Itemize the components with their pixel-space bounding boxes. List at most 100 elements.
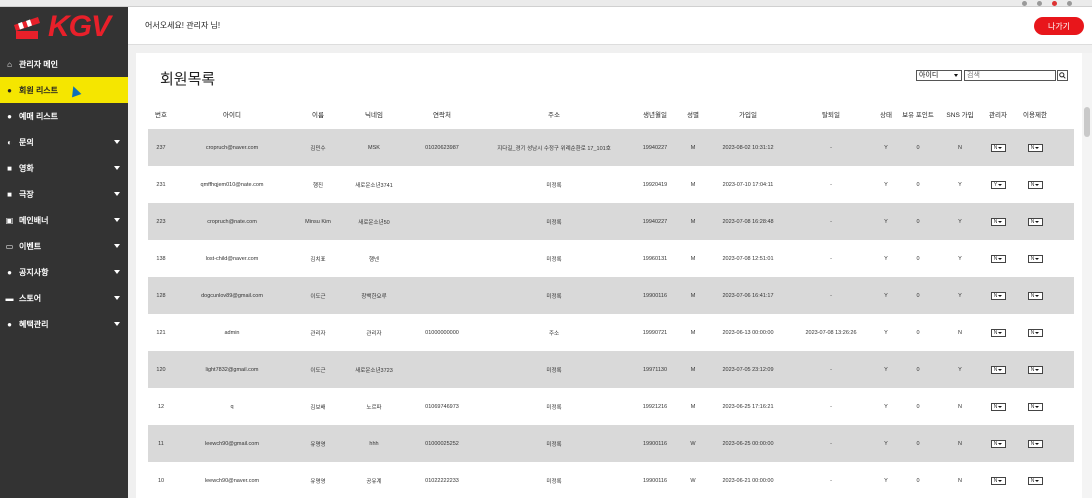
select-value: N	[993, 329, 998, 336]
restriction-select[interactable]: N	[1027, 180, 1043, 189]
sidebar-item[interactable]: ◐ 문의	[0, 129, 128, 155]
top-bar: 어서오세요! 관리자 님! 나가기	[128, 7, 1092, 45]
col-phone-cell: 01000025252	[425, 440, 459, 447]
restriction-select[interactable]: N	[1027, 328, 1043, 337]
col-nickname-cell: 새로운소년50	[358, 219, 390, 226]
col-sns-cell: N	[958, 144, 962, 151]
sidebar-item[interactable]: ■ 극장	[0, 181, 128, 207]
col-name-cell: 관리자	[310, 330, 326, 337]
table-row[interactable]: 121 admin 관리자 관리자 01000000000 주소 19990721 M 2023…	[148, 314, 1074, 351]
admin-select[interactable]: N	[990, 143, 1006, 152]
col-sns-cell: Y	[958, 218, 962, 225]
sidebar-item-label: 영화	[19, 163, 34, 173]
welcome-message: 어서오세요! 관리자 님!	[145, 21, 221, 30]
restriction-select[interactable]: N	[1027, 476, 1043, 485]
admin-select[interactable]: N	[990, 217, 1006, 226]
select-value: Y	[993, 181, 998, 188]
col-points-cell: 0	[916, 144, 920, 151]
col-id-cell: light7832@gmail.com	[205, 366, 259, 373]
admin-select[interactable]: N	[990, 402, 1006, 411]
notice-icon: ●	[7, 267, 12, 277]
logo[interactable]: KGV	[0, 7, 128, 47]
col-id-cell: leewch90@naver.com	[204, 477, 260, 484]
col-admin-cell: N	[984, 277, 1012, 314]
search-button[interactable]	[1057, 70, 1068, 81]
restriction-select[interactable]: N	[1027, 365, 1043, 374]
admin-select[interactable]: N	[990, 328, 1006, 337]
col-address-header: 주소	[548, 112, 560, 119]
sidebar-item[interactable]: ● 회원 리스트	[0, 77, 128, 103]
sidebar-item[interactable]: ● 혜택관리	[0, 311, 128, 337]
col-birthdate-cell: 19921216	[642, 403, 668, 410]
col-admin-header: 관리자	[989, 112, 1007, 119]
col-points-cell: 0	[916, 477, 920, 484]
col-sns-cell: Y	[958, 292, 962, 299]
col-admin-cell: N	[984, 203, 1012, 240]
admin-select[interactable]: N	[990, 439, 1006, 448]
col-number-cell: 120	[156, 366, 166, 373]
col-number-cell: 121	[156, 329, 166, 336]
col-name-cell: 김보배	[310, 404, 326, 411]
select-value: N	[1030, 440, 1035, 447]
sidebar-item[interactable]: ⌂ 관리자 메인	[0, 51, 128, 77]
col-status-header: 상태	[880, 112, 892, 119]
col-address-cell: 미정록	[546, 367, 562, 374]
sidebar-item[interactable]: ▣ 메인배너	[0, 207, 128, 233]
col-restriction-cell: N	[1020, 462, 1050, 498]
col-restriction-cell: N	[1020, 277, 1050, 314]
sidebar-item-label: 문의	[19, 137, 34, 147]
table-row[interactable]: 231 qmffhqjem010@nate.com 행진 새로운소년3741 미정록 19…	[148, 166, 1074, 203]
col-join-date-cell: 2023-06-13 00:00:00	[722, 329, 774, 336]
col-number-cell: 223	[156, 218, 166, 225]
admin-select[interactable]: N	[990, 291, 1006, 300]
sidebar-item[interactable]: ■ 영화	[0, 155, 128, 181]
restriction-select[interactable]: N	[1027, 402, 1043, 411]
table-row[interactable]: 128 dogcunlov89@gmail.com 이도근 창백한요루 미정록 19900…	[148, 277, 1074, 314]
restriction-select[interactable]: N	[1027, 217, 1043, 226]
restriction-select[interactable]: N	[1027, 143, 1043, 152]
browser-extension-icons[interactable]	[1022, 1, 1072, 6]
table-row[interactable]: 12 q 김보배 노르파 01069746973 미정록 19921216 M 2023-06-…	[148, 388, 1074, 425]
search-input[interactable]: 검색	[964, 70, 1056, 81]
col-name-cell: 이도근	[310, 367, 326, 374]
col-status-cell: Y	[884, 292, 888, 299]
table-row[interactable]: 10 leewch90@naver.com 유명영 공유계 01022222233 미정록…	[148, 462, 1074, 498]
table-row[interactable]: 11 leewch90@gmail.com 유명영 hhh 01000025252 미정록…	[148, 425, 1074, 462]
scrollbar[interactable]	[1082, 53, 1092, 498]
select-value: N	[993, 477, 998, 484]
search-field-select[interactable]: 아이디	[916, 70, 962, 81]
restriction-select[interactable]: N	[1027, 291, 1043, 300]
col-admin-cell: Y	[984, 166, 1012, 203]
sidebar-item-label: 회원 리스트	[19, 85, 59, 95]
admin-select[interactable]: N	[990, 476, 1006, 485]
sidebar-item[interactable]: ● 예매 리스트	[0, 103, 128, 129]
admin-select[interactable]: N	[990, 365, 1006, 374]
col-points-header: 보유 포인트	[902, 112, 934, 119]
col-gender-cell: M	[690, 292, 696, 299]
table-row[interactable]: 223 cropruch@nate.com Minsu Kim 새로운소년50 미정록 1…	[148, 203, 1074, 240]
select-value: N	[1030, 181, 1035, 188]
logout-button[interactable]: 나가기	[1034, 17, 1084, 35]
col-status-cell: Y	[884, 181, 888, 188]
restriction-select[interactable]: N	[1027, 439, 1043, 448]
sidebar-item[interactable]: ▭ 이벤트	[0, 233, 128, 259]
col-name-cell: 김민수	[310, 145, 326, 152]
scrollbar-thumb[interactable]	[1084, 107, 1090, 137]
table-row[interactable]: 138 lost-child@naver.com 김치표 행넨 미정록 19960131 M…	[148, 240, 1074, 277]
sidebar-item[interactable]: ▬ 스토어	[0, 285, 128, 311]
col-phone-cell: 01000000000	[425, 329, 459, 336]
col-status-cell: Y	[884, 403, 888, 410]
select-value: N	[1030, 329, 1035, 336]
col-nickname-cell: MSK	[368, 144, 380, 151]
col-quit-date-cell: -	[830, 292, 832, 299]
select-value: N	[1030, 477, 1035, 484]
table-row[interactable]: 237 cropruch@naver.com 김민수 MSK 01020623987 지다…	[148, 129, 1074, 166]
restriction-select[interactable]: N	[1027, 254, 1043, 263]
admin-select[interactable]: Y	[990, 180, 1006, 189]
admin-select[interactable]: N	[990, 254, 1006, 263]
table-row[interactable]: 120 light7832@gmail.com 이도근 새로운소년3723 미정록 199…	[148, 351, 1074, 388]
col-address-cell: 지다길_경기 성남시 수정구 위례순환로 17_101호	[497, 145, 611, 152]
select-value: N	[993, 218, 998, 225]
sidebar-item[interactable]: ● 공지사항	[0, 259, 128, 285]
col-phone-cell	[404, 277, 480, 314]
